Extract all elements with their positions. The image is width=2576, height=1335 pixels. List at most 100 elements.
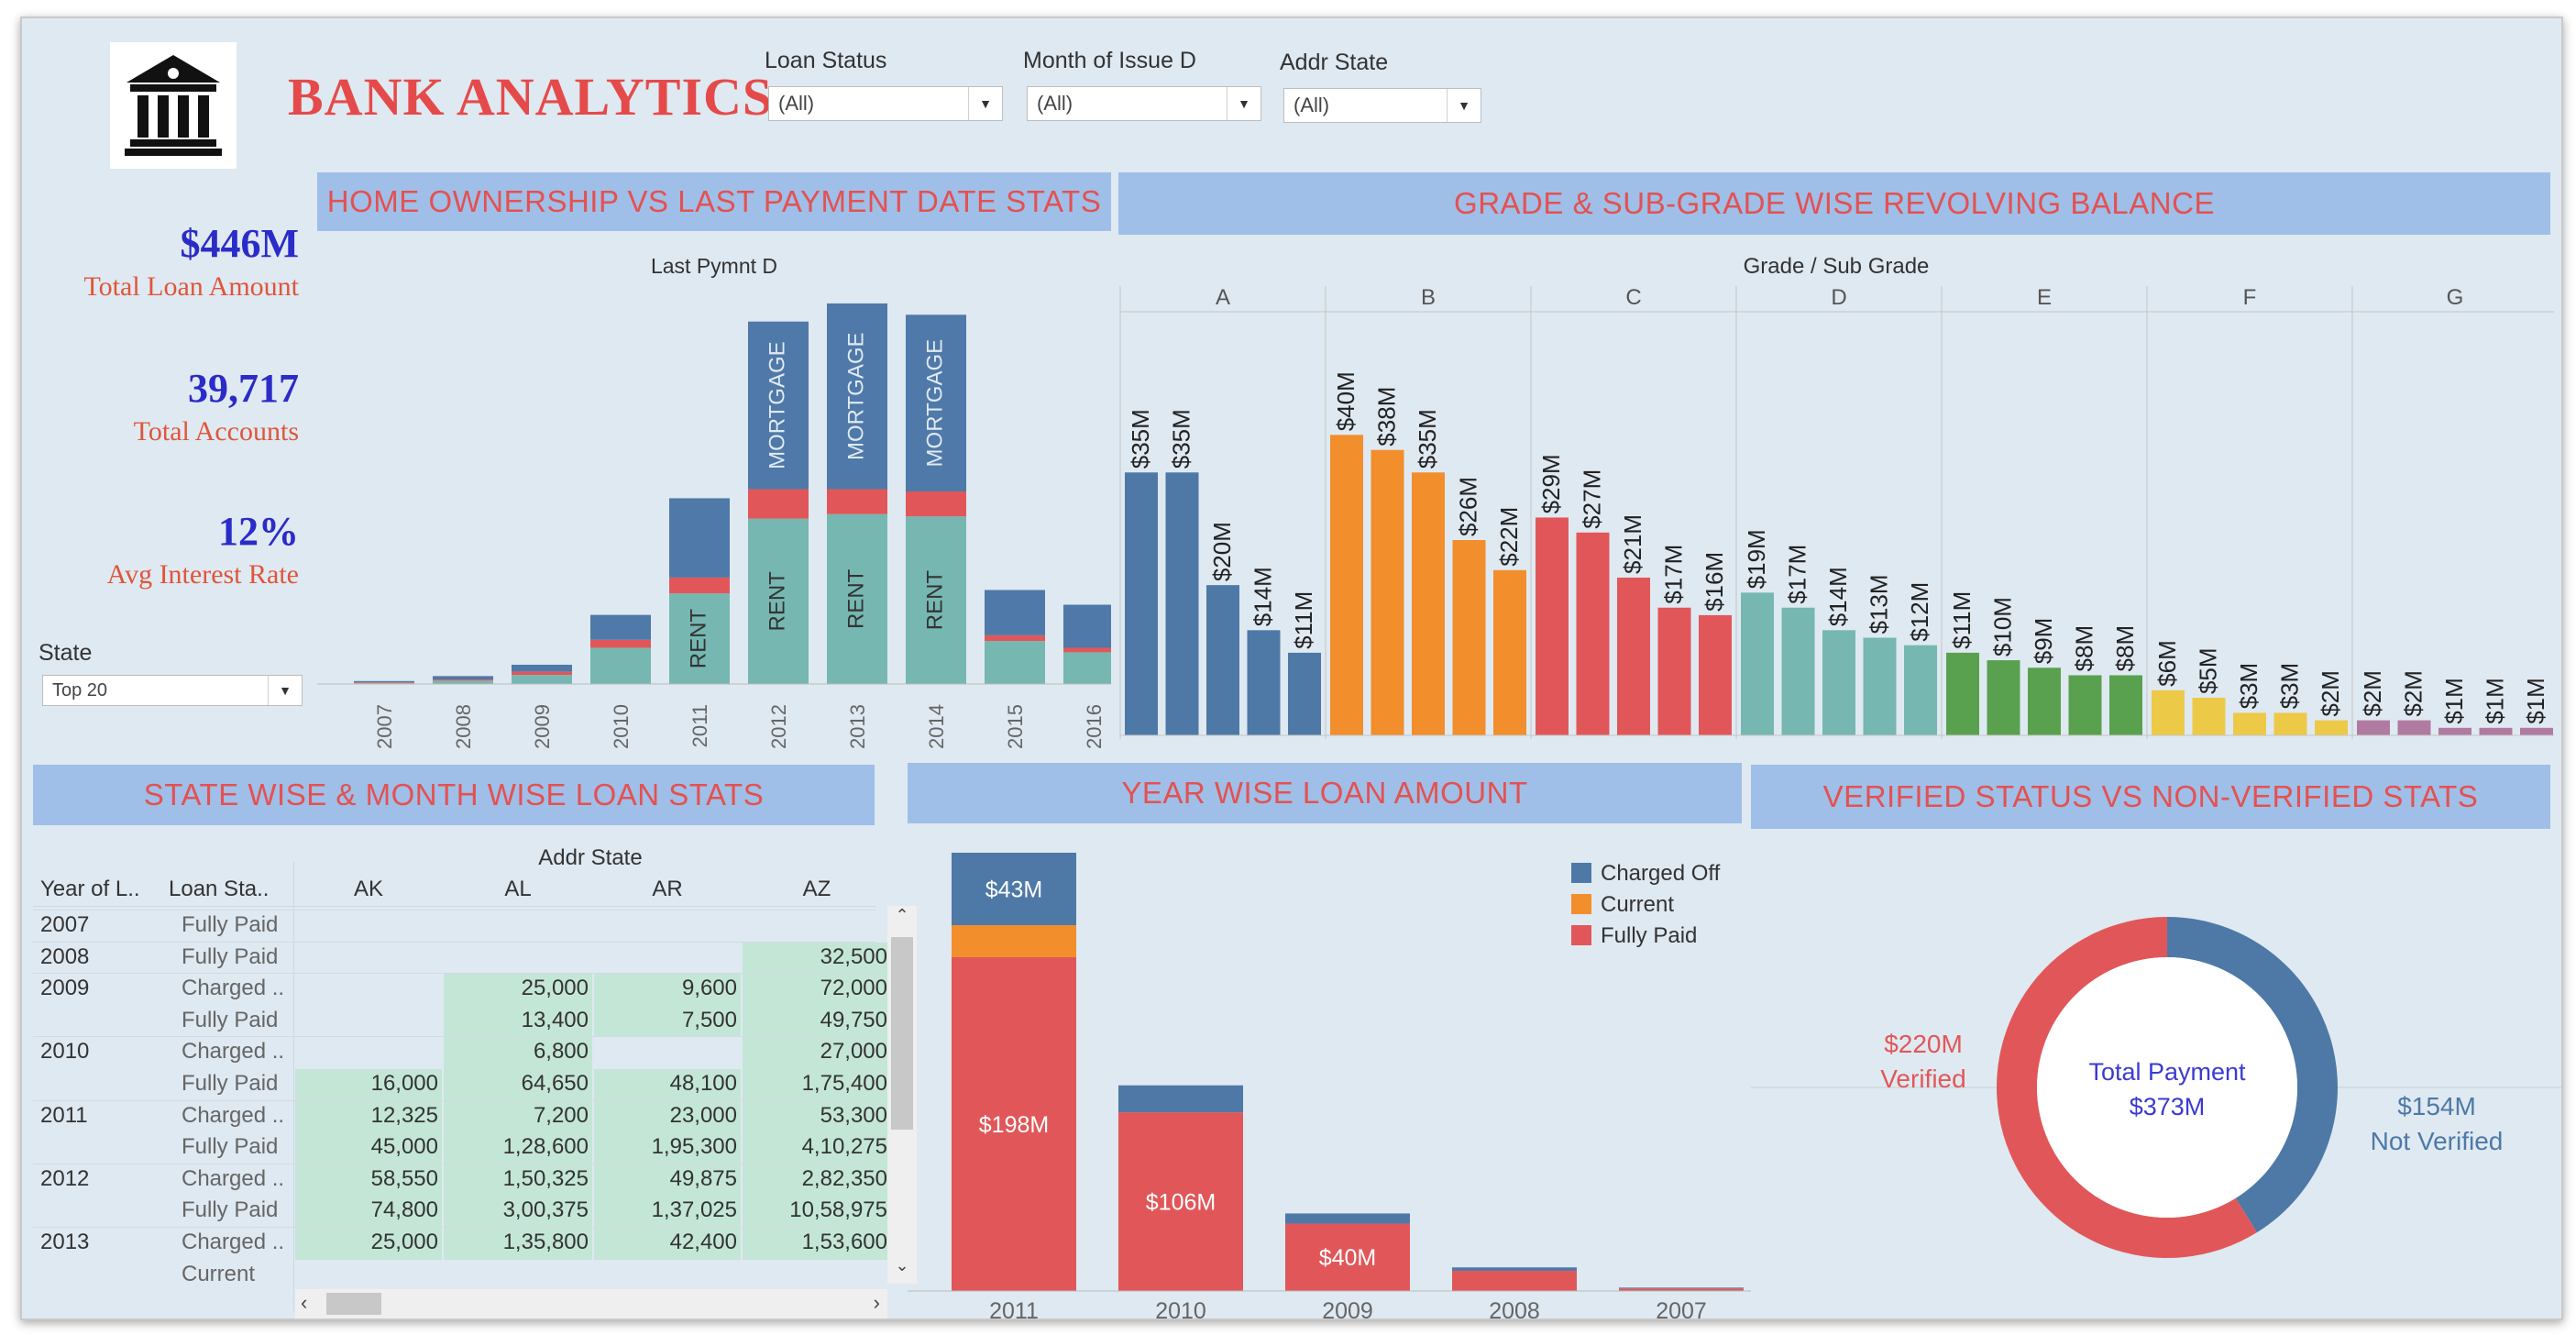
kpi-total-accounts-value: 39,717	[188, 366, 299, 411]
bank-logo	[110, 42, 237, 169]
table-value-cell: 9,600	[681, 976, 737, 1001]
legend-swatch	[1571, 894, 1591, 914]
loan-status-dropdown[interactable]: (All) ▼	[768, 86, 1003, 121]
bar	[2397, 720, 2431, 735]
verified-donut-chart: Total Payment $373M $220M Verified $154M Not …	[1751, 917, 2561, 1258]
table-status-cell: Fully Paid	[182, 943, 279, 969]
x-tick-label: 2007	[1656, 1298, 1707, 1320]
year-loan-chart: 2011 $43M $198M 2010 $106M 2009 $40M 2008 2007 Ch…	[908, 853, 1751, 1320]
x-tick-label: E1	[1949, 745, 1976, 748]
horizontal-scrollbar[interactable]: ‹ ›	[295, 1289, 887, 1318]
table-value-cell: 25,000	[521, 976, 589, 1001]
x-tick-label: 2016	[1083, 704, 1106, 748]
bar-segment	[985, 590, 1045, 635]
bar	[2152, 690, 2185, 735]
month-dropdown[interactable]: (All) ▼	[1027, 86, 1261, 121]
legend-label: Fully Paid	[1601, 923, 1697, 948]
x-tick-label: F2	[2196, 745, 2221, 748]
x-tick-label: G3	[2481, 745, 2510, 748]
kpi-avg-interest-label: Avg Interest Rate	[106, 559, 299, 590]
bar	[1288, 652, 1321, 735]
chevron-down-icon[interactable]: ▼	[268, 676, 302, 705]
chevron-down-icon[interactable]: ▼	[968, 87, 1002, 120]
scroll-right-icon[interactable]: ›	[874, 1291, 880, 1315]
x-tick-label: E4	[2072, 745, 2098, 748]
bar-value-label: $2M	[2359, 670, 2386, 717]
bar-segment	[906, 491, 966, 517]
bar	[1822, 630, 1855, 735]
table-value-cell: 27,000	[820, 1039, 887, 1065]
table-status-cell: Charged ..	[182, 1039, 285, 1065]
bar-value-label: $13M	[1866, 574, 1893, 634]
addr-state-dropdown[interactable]: (All) ▼	[1283, 88, 1481, 123]
table-status-cell: Fully Paid	[182, 1134, 279, 1160]
chevron-down-icon[interactable]: ▼	[1227, 87, 1260, 120]
year-panel-title: YEAR WISE LOAN AMOUNT	[908, 763, 1742, 823]
center-label: Total Payment	[2088, 1058, 2246, 1086]
x-tick-label: B1	[1496, 745, 1523, 748]
chevron-down-icon[interactable]: ▼	[1447, 89, 1481, 122]
table-value-cell: 7,200	[533, 1102, 589, 1128]
grade-header: F	[2243, 285, 2257, 310]
bar-label: $198M	[979, 1112, 1049, 1138]
col-header-state: AZ	[802, 877, 831, 901]
verified-value: $220M	[1884, 1030, 1963, 1058]
table-year-cell: 2011	[40, 1102, 88, 1128]
x-tick-label: 2012	[767, 704, 790, 748]
kpi-panel: $446M Total Loan Amount 39,717 Total Acc…	[40, 220, 299, 605]
bar-segment	[1452, 1270, 1577, 1291]
bar	[2315, 720, 2348, 735]
bar-value-label: $35M	[1127, 409, 1154, 469]
x-tick-label: D3	[1784, 745, 1812, 748]
legend-swatch	[1571, 863, 1591, 883]
table-value-cell: 10,58,975	[789, 1197, 887, 1223]
bar	[2520, 727, 2553, 735]
x-tick-label: 2009	[1322, 1298, 1373, 1320]
bar-value-label: $10M	[1989, 597, 2017, 656]
grade-header: B	[1421, 285, 1436, 310]
bar	[1617, 577, 1650, 735]
bar	[1247, 630, 1281, 735]
table-value-cell: 1,37,025	[651, 1197, 737, 1223]
table-value-cell: 23,000	[669, 1102, 737, 1128]
table-value-cell: 2,82,350	[801, 1165, 887, 1191]
bar-segment	[1063, 652, 1111, 684]
table-status-cell: Fully Paid	[182, 912, 279, 937]
bar	[2109, 675, 2142, 735]
table-status-cell: Current	[182, 1261, 256, 1286]
bar-segment	[1063, 604, 1111, 648]
table-status-cell: Charged ..	[182, 1102, 285, 1128]
col-header-state: AR	[652, 877, 683, 901]
bar-segment	[952, 925, 1076, 957]
kpi-total-loan-label: Total Loan Amount	[83, 271, 299, 302]
col-header-state: AL	[504, 877, 532, 901]
bar-segment	[1619, 1287, 1744, 1289]
bar	[1741, 592, 1774, 735]
x-tick-label: D2	[1744, 745, 1772, 748]
home-ownership-title: HOME OWNERSHIP VS LAST PAYMENT DATE STAT…	[317, 172, 1111, 231]
verified-label: Verified	[1880, 1065, 1965, 1093]
x-tick-label: E5	[2112, 745, 2139, 748]
bar-segment	[590, 614, 651, 640]
table-value-cell: 32,500	[820, 943, 887, 969]
bar-value-label: $29M	[1537, 454, 1565, 513]
x-tick-label: 2007	[373, 704, 396, 748]
chart-title: Last Pymnt D	[651, 254, 777, 278]
scroll-left-icon[interactable]: ‹	[301, 1291, 307, 1315]
scrollbar-thumb[interactable]	[326, 1293, 381, 1315]
table-value-cell: 13,400	[521, 1007, 589, 1032]
filter-label-addr-state: Addr State	[1280, 50, 1389, 75]
home-ownership-chart: Last Pymnt D 2007 2008 2009 2010 2011 RENT 2012…	[317, 254, 1111, 748]
x-tick-label: A3	[1209, 745, 1236, 748]
bar	[1493, 569, 1526, 735]
bar	[1330, 435, 1363, 735]
table-value-cell: 3,00,375	[502, 1197, 589, 1223]
x-tick-label: D4	[1825, 745, 1854, 748]
state-panel-title: STATE WISE & MONTH WISE LOAN STATS	[33, 765, 875, 825]
table-value-cell: 53,300	[820, 1102, 887, 1128]
bar-value-label: $1M	[2522, 678, 2549, 724]
x-tick-label: F1	[2155, 745, 2181, 748]
bar-value-label: $2M	[2317, 670, 2344, 717]
bar	[2357, 720, 2390, 735]
state-dropdown[interactable]: Top 20 ▼	[42, 675, 303, 706]
